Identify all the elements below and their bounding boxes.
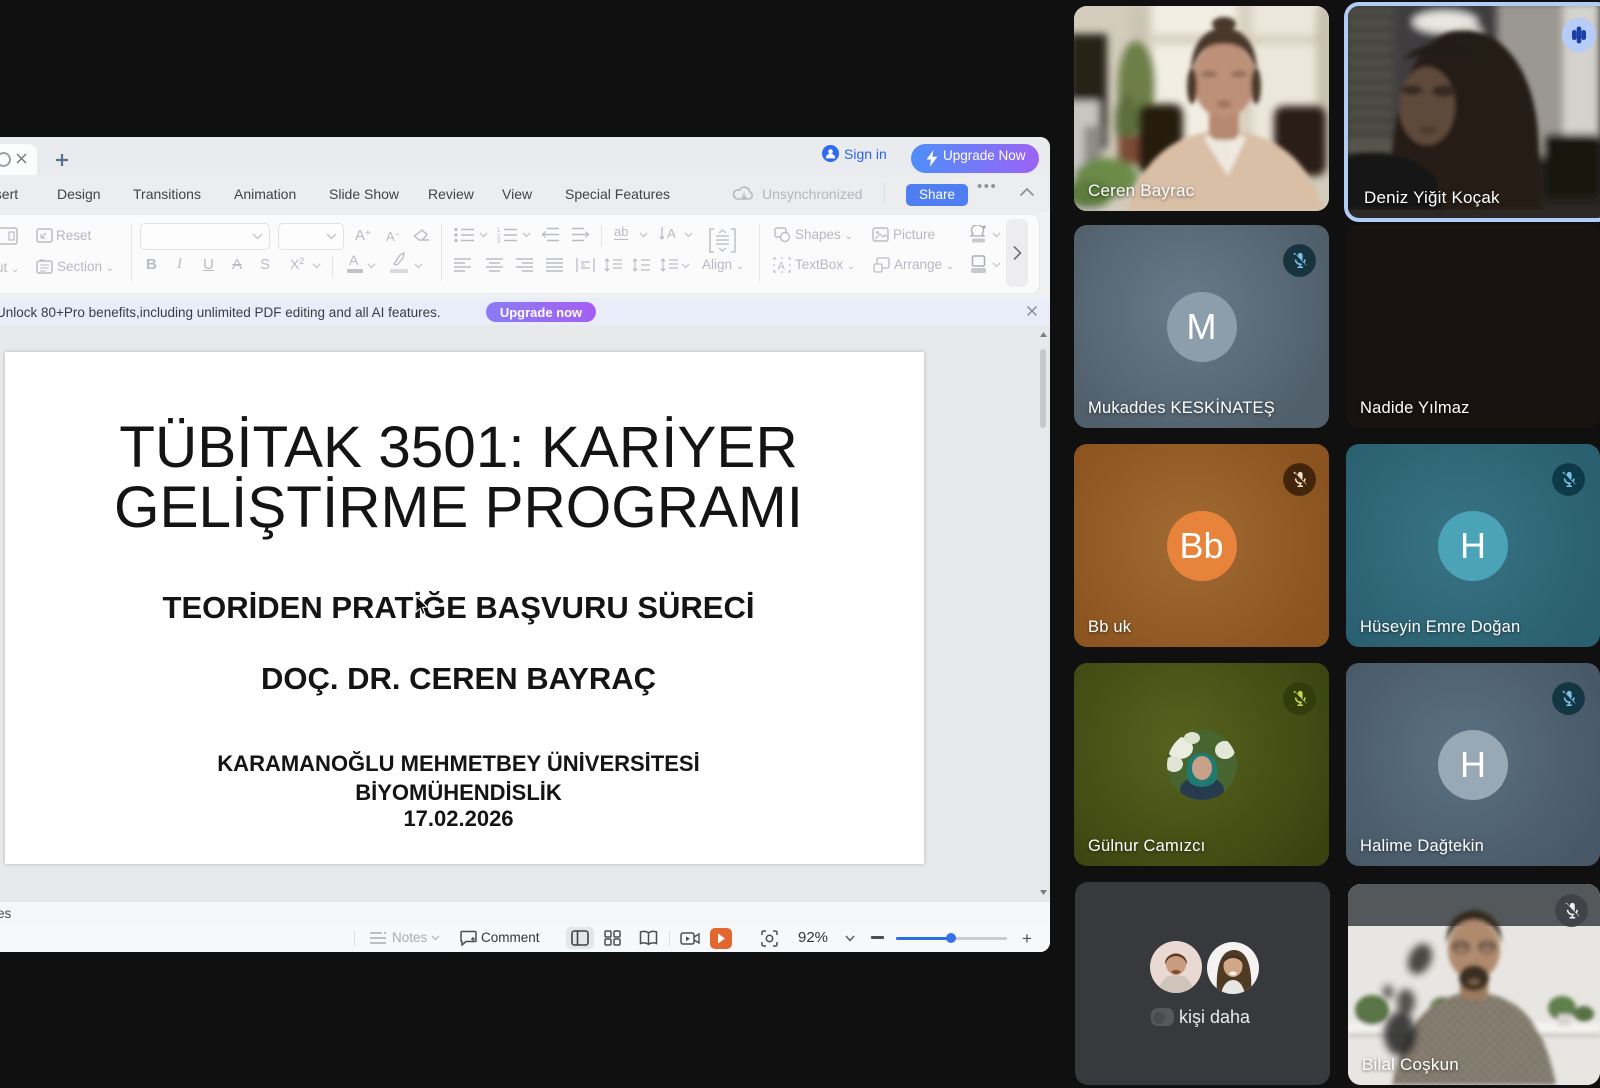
svg-text:a: a (581, 262, 585, 269)
svg-text:A: A (778, 261, 786, 273)
svg-text:3: 3 (497, 239, 501, 243)
svg-text:A: A (667, 226, 676, 241)
